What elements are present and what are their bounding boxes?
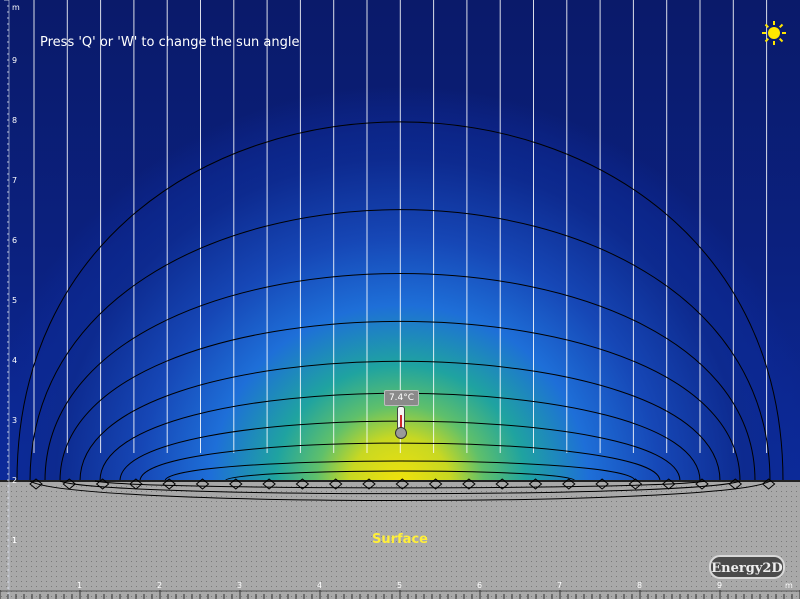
y-tick-label: 7 [12, 176, 17, 185]
y-tick-label: 8 [12, 116, 17, 125]
y-tick-label-below: 1 [12, 536, 17, 545]
surface-label: Surface [372, 532, 428, 547]
simulation-canvas[interactable]: 987654321m1 123456789m Press 'Q' or 'W' … [0, 0, 800, 599]
sun-angle-hint: Press 'Q' or 'W' to change the sun angle [40, 35, 300, 50]
x-tick-label: 2 [157, 581, 162, 590]
y-tick-label: 6 [12, 236, 17, 245]
sun-icon[interactable] [762, 21, 786, 45]
x-tick-label: 8 [637, 581, 642, 590]
x-tick-label: 6 [477, 581, 482, 590]
x-tick-label: 5 [397, 581, 402, 590]
x-axis-unit: m [785, 581, 793, 590]
y-tick-label: 4 [12, 356, 17, 365]
y-tick-label: 2 [12, 476, 17, 485]
energy2d-logo: Energy2D [709, 555, 785, 579]
x-tick-label: 7 [557, 581, 562, 590]
x-tick-label: 1 [77, 581, 82, 590]
x-tick-label: 4 [317, 581, 322, 590]
x-tick-label: 9 [717, 581, 722, 590]
y-tick-label: 5 [12, 296, 17, 305]
thermometer[interactable]: 7.4°C [384, 390, 419, 440]
x-tick-label: 3 [237, 581, 242, 590]
simulation-view[interactable]: 987654321m1 123456789m [0, 0, 800, 599]
thermometer-reading: 7.4°C [384, 390, 419, 406]
thermometer-bulb [395, 427, 407, 439]
y-tick-label: 3 [12, 416, 17, 425]
y-tick-label: 9 [12, 56, 17, 65]
y-axis-unit: m [12, 3, 20, 12]
